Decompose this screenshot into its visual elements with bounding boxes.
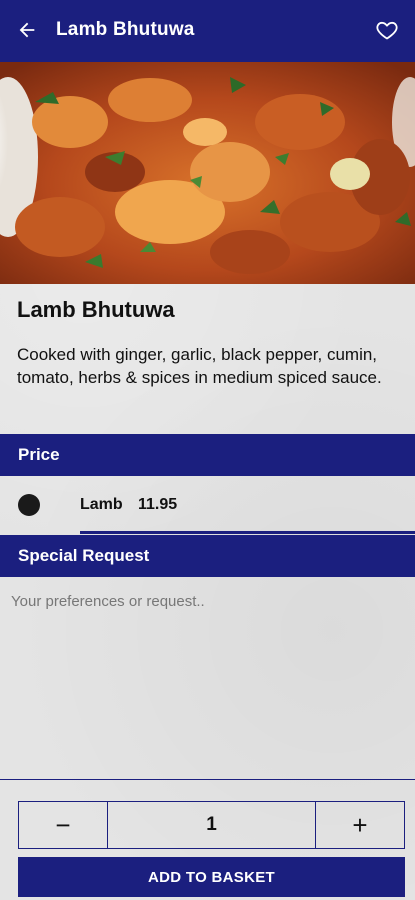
price-option-row[interactable]: Lamb 11.95 bbox=[0, 476, 415, 534]
favorite-button[interactable] bbox=[373, 16, 401, 44]
header-title: Lamb Bhutuwa bbox=[56, 19, 195, 40]
price-section-heading: Price bbox=[0, 434, 415, 476]
dish-image bbox=[0, 62, 415, 284]
dish-title: Lamb Bhutuwa bbox=[17, 297, 175, 322]
back-button[interactable] bbox=[14, 17, 40, 43]
price-heading-label: Price bbox=[18, 445, 60, 464]
arrow-left-icon bbox=[19, 22, 35, 38]
radio-selected-icon[interactable] bbox=[18, 494, 40, 516]
quantity-value: 1 bbox=[206, 814, 217, 835]
product-detail-page: Lamb Bhutuwa Lamb Bhutuwa Cooked with gi… bbox=[0, 0, 415, 900]
increase-quantity-button[interactable]: + bbox=[315, 802, 404, 848]
dish-description: Cooked with ginger, garlic, black pepper… bbox=[17, 345, 382, 387]
price-option-name: Lamb bbox=[80, 496, 123, 513]
price-option-value: 11.95 bbox=[138, 496, 178, 513]
heart-outline-icon bbox=[376, 21, 398, 40]
dish-photo bbox=[0, 62, 415, 284]
app-header: Lamb Bhutuwa bbox=[0, 0, 415, 62]
add-to-basket-button[interactable]: ADD TO BASKET bbox=[18, 857, 405, 897]
price-option-divider bbox=[80, 531, 415, 534]
special-request-heading-label: Special Request bbox=[18, 546, 150, 565]
decrease-quantity-button[interactable]: − bbox=[19, 802, 108, 848]
footer-divider bbox=[0, 779, 415, 780]
quantity-stepper: − 1 + bbox=[18, 801, 405, 849]
special-request-input[interactable] bbox=[0, 577, 415, 779]
special-request-heading: Special Request bbox=[0, 535, 415, 577]
